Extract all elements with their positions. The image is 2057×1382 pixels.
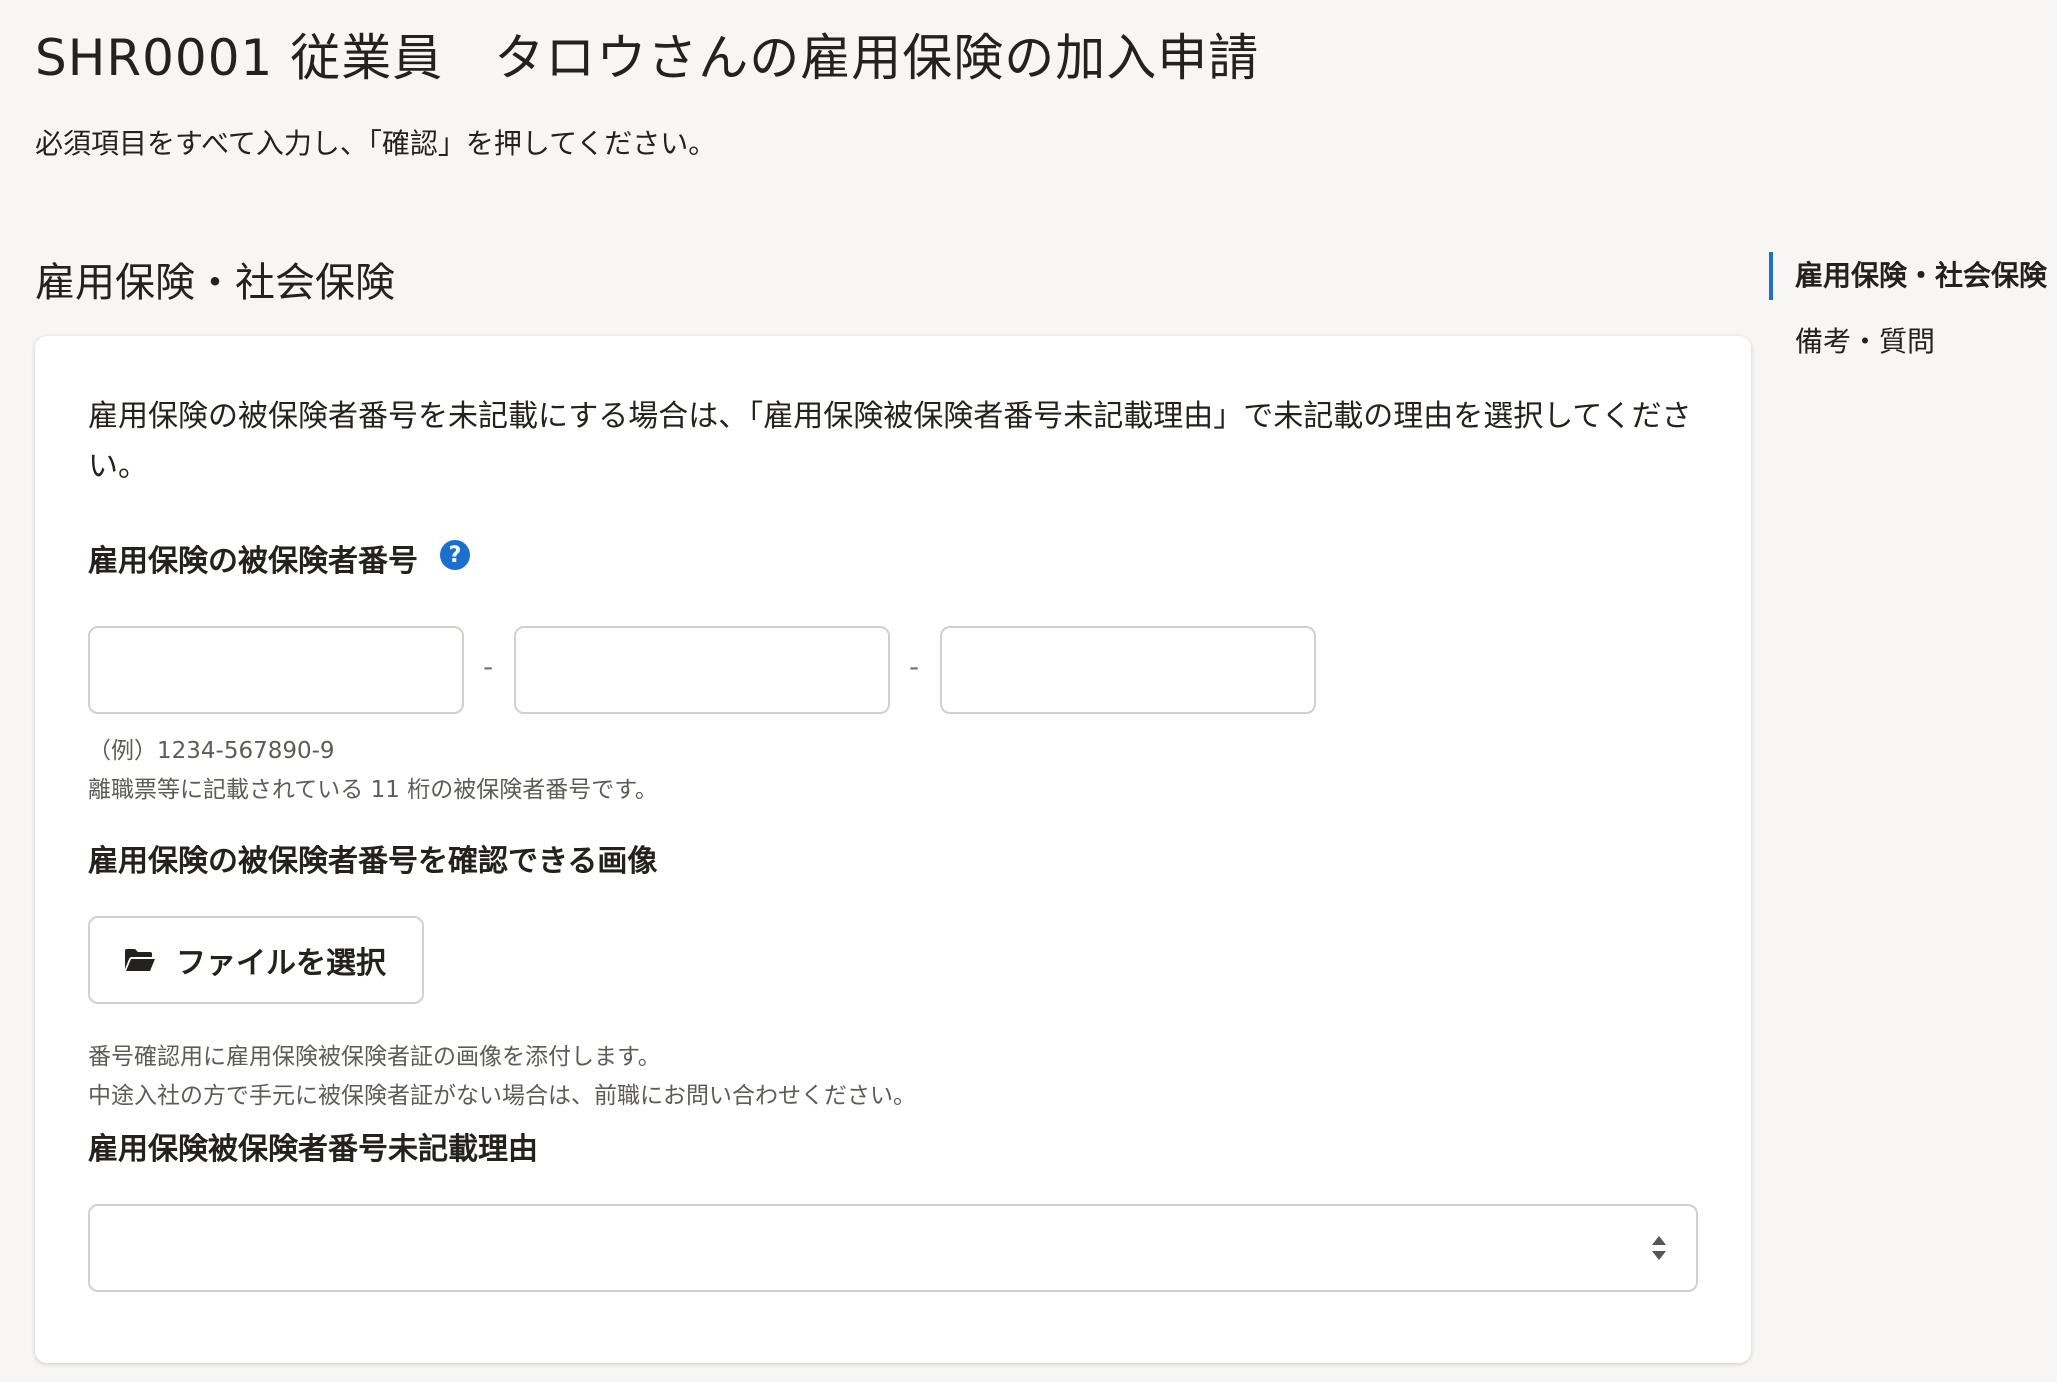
file-select-button[interactable]: ファイルを選択	[88, 916, 424, 1004]
missing-reason-select[interactable]	[88, 1204, 1698, 1292]
select-updown-icon	[1652, 1236, 1666, 1260]
image-upload-hint-1: 番号確認用に雇用保険被保険者証の画像を添付します。	[88, 1044, 661, 1070]
image-upload-hint-2: 中途入社の方で手元に被保険者証がない場合は、前職にお問い合わせください。	[88, 1083, 916, 1109]
form-card: 雇用保険の被保険者番号を未記載にする場合は、「雇用保険被保険者番号未記載理由」で…	[35, 336, 1751, 1363]
section-note: 雇用保険の被保険者番号を未記載にする場合は、「雇用保険被保険者番号未記載理由」で…	[88, 399, 1692, 484]
file-select-button-label: ファイルを選択	[176, 946, 386, 981]
missing-reason-label-text: 雇用保険被保険者番号未記載理由	[88, 1132, 538, 1167]
insured-number-part3-input[interactable]	[940, 626, 1316, 714]
insured-number-label: 雇用保険の被保険者番号 ?	[88, 536, 470, 580]
image-upload-label: 雇用保険の被保険者番号を確認できる画像	[88, 836, 657, 880]
folder-open-icon	[125, 949, 155, 971]
question-circle-icon[interactable]: ?	[440, 540, 470, 570]
insured-number-part2-input[interactable]	[514, 626, 890, 714]
page-lead: 必須項目をすべて入力し、「確認」を押してください。	[35, 127, 717, 160]
insured-number-part1-input[interactable]	[88, 626, 464, 714]
missing-reason-label: 雇用保険被保険者番号未記載理由	[88, 1124, 538, 1168]
page-title: SHR0001 従業員 タロウさんの雇用保険の加入申請	[35, 29, 1260, 87]
toc-item-remarks[interactable]: 備考・質問	[1769, 318, 2057, 366]
page: SHR0001 従業員 タロウさんの雇用保険の加入申請 必須項目をすべて入力し、…	[0, 0, 2057, 1382]
separator-dash: -	[483, 650, 494, 683]
image-upload-label-text: 雇用保険の被保険者番号を確認できる画像	[88, 844, 658, 879]
separator-dash: -	[909, 650, 920, 683]
section-title: 雇用保険・社会保険	[35, 260, 395, 306]
toc-item-employment-insurance[interactable]: 雇用保険・社会保険	[1769, 252, 2049, 300]
insured-number-description: 離職票等に記載されている 11 桁の被保険者番号です。	[88, 777, 658, 803]
insured-number-example: （例）1234-567890-9	[88, 738, 335, 764]
toc-nav: 雇用保険・社会保険 備考・質問	[1769, 252, 2057, 366]
insured-number-label-text: 雇用保険の被保険者番号	[88, 544, 418, 579]
